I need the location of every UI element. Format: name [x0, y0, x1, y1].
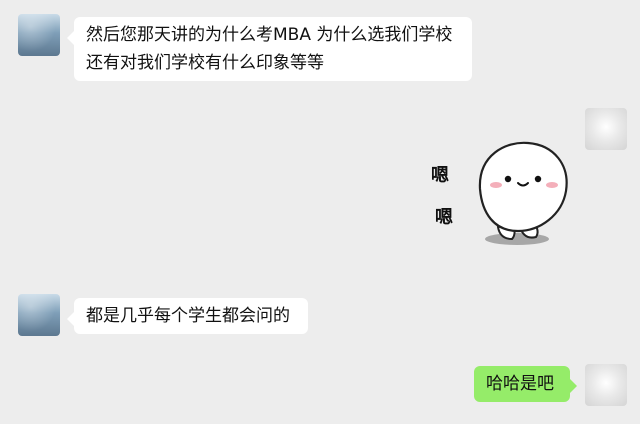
sticker-text: 嗯: [435, 207, 453, 228]
contact-avatar[interactable]: [18, 14, 60, 56]
self-avatar[interactable]: [585, 108, 627, 150]
contact-avatar[interactable]: [18, 294, 60, 336]
message-line: 哈哈是吧: [486, 374, 554, 394]
message-bubble-incoming[interactable]: 都是几乎每个学生都会问的: [67, 298, 308, 334]
message-line: 还有对我们学校有什么印象等等: [86, 53, 324, 73]
smiling-mochi-sticker-icon: [478, 141, 568, 245]
message-line: 都是几乎每个学生都会问的: [86, 306, 290, 326]
sticker-message[interactable]: 嗯 嗯: [420, 135, 575, 255]
message-line: 然后您那天讲的为什么考MBA 为什么选我们学校: [86, 25, 453, 45]
message-bubble-outgoing[interactable]: 哈哈是吧: [474, 366, 577, 402]
sticker-text: 嗯: [431, 165, 449, 186]
self-avatar[interactable]: [585, 364, 627, 406]
message-bubble-incoming[interactable]: 然后您那天讲的为什么考MBA 为什么选我们学校 还有对我们学校有什么印象等等: [67, 17, 472, 81]
